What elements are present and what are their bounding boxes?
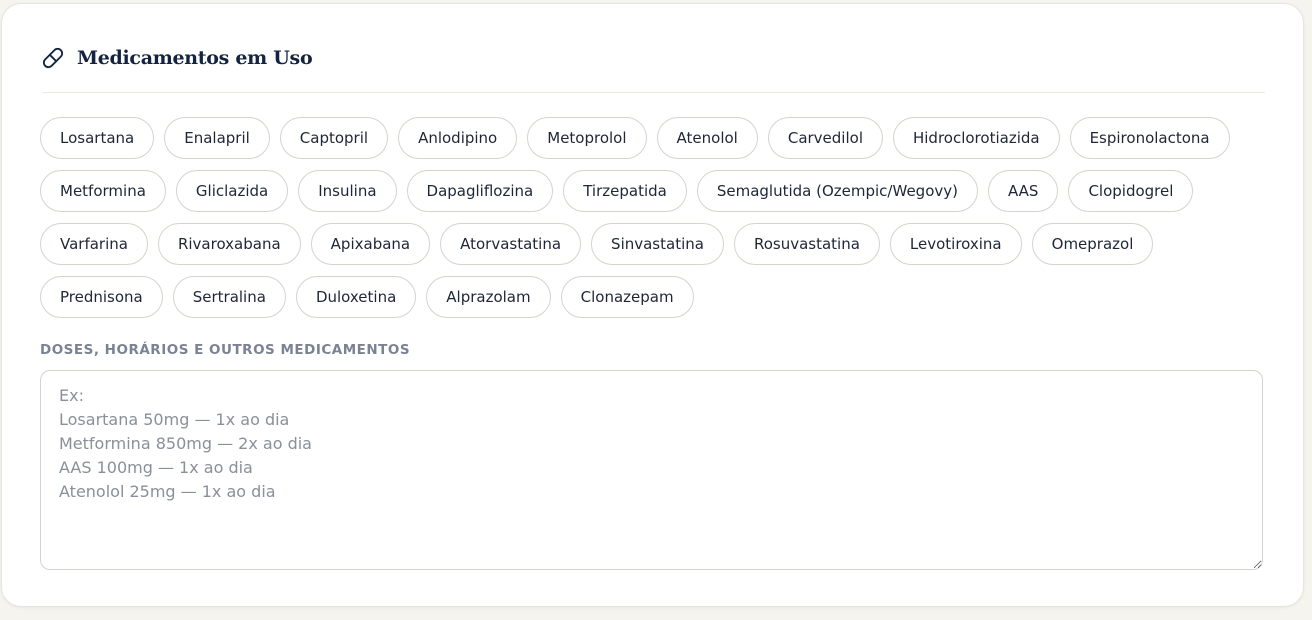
medication-chip-gliclazida[interactable]: Gliclazida: [175, 170, 289, 212]
doses-label: DOSES, HORÁRIOS E OUTROS MEDICAMENTOS: [40, 342, 411, 358]
medication-chip-sinvastatina[interactable]: Sinvastatina: [591, 223, 724, 265]
section-header: Medicamentos em Uso: [42, 44, 313, 72]
medication-chip-rivaroxabana[interactable]: Rivaroxabana: [157, 223, 301, 265]
medication-chip-prednisona[interactable]: Prednisona: [40, 276, 163, 318]
medication-chip-atorvastatina[interactable]: Atorvastatina: [440, 223, 582, 265]
medication-chip-metoprolol[interactable]: Metoprolol: [527, 117, 647, 159]
medication-chip-alprazolam[interactable]: Alprazolam: [426, 276, 551, 318]
medication-chip-tirzepatida[interactable]: Tirzepatida: [563, 170, 687, 212]
medication-chip-omeprazol[interactable]: Omeprazol: [1031, 223, 1154, 265]
medication-chip-levotiroxina[interactable]: Levotiroxina: [889, 223, 1022, 265]
medication-chip-list: Losartana Enalapril Captopril Anlodipino Met…: [40, 117, 1270, 318]
medication-chip-sertralina[interactable]: Sertralina: [172, 276, 286, 318]
medication-chip-clopidogrel[interactable]: Clopidogrel: [1068, 170, 1194, 212]
medication-chip-atenolol[interactable]: Atenolol: [656, 117, 758, 159]
medication-chip-enalapril[interactable]: Enalapril: [164, 117, 270, 159]
medication-chip-clonazepam[interactable]: Clonazepam: [560, 276, 694, 318]
medication-chip-rosuvastatina[interactable]: Rosuvastatina: [733, 223, 880, 265]
medication-chip-varfarina[interactable]: Varfarina: [40, 223, 148, 265]
doses-textarea[interactable]: [40, 370, 1263, 570]
medication-chip-metformina[interactable]: Metformina: [40, 170, 166, 212]
medication-chip-captopril[interactable]: Captopril: [279, 117, 389, 159]
medication-chip-hidroclorotiazida[interactable]: Hidroclorotiazida: [892, 117, 1060, 159]
medication-chip-duloxetina[interactable]: Duloxetina: [295, 276, 417, 318]
medication-chip-semaglutida-ozempic-wegovy[interactable]: Semaglutida (Ozempic/Wegovy): [696, 170, 978, 212]
medication-chip-anlodipino[interactable]: Anlodipino: [398, 117, 518, 159]
medication-chip-carvedilol[interactable]: Carvedilol: [767, 117, 883, 159]
medication-chip-dapagliflozina[interactable]: Dapagliflozina: [406, 170, 554, 212]
header-divider: [42, 92, 1265, 93]
section-title: Medicamentos em Uso: [77, 47, 313, 69]
pill-icon: [42, 47, 64, 69]
medication-chip-insulina[interactable]: Insulina: [298, 170, 397, 212]
medication-chip-aas[interactable]: AAS: [987, 170, 1059, 212]
medication-chip-apixabana[interactable]: Apixabana: [310, 223, 431, 265]
medication-chip-losartana[interactable]: Losartana: [40, 117, 155, 159]
medication-chip-espironolactona[interactable]: Espironolactona: [1069, 117, 1230, 159]
